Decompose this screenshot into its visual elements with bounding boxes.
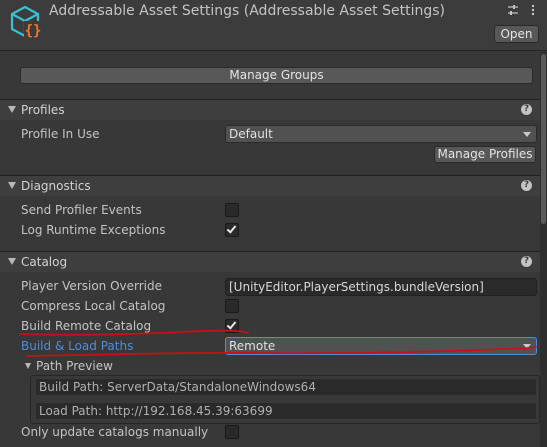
player-version-override-field[interactable]: [UnityEditor.PlayerSettings.bundleVersio… (225, 278, 537, 296)
profile-in-use-dropdown[interactable]: Default (225, 125, 537, 143)
open-button[interactable]: Open (494, 25, 539, 43)
svg-text:{}: {} (25, 23, 42, 39)
adjust-icon[interactable] (507, 4, 519, 16)
chevron-down-icon (523, 132, 531, 137)
build-remote-catalog-checkbox[interactable] (225, 319, 239, 333)
help-icon[interactable]: ? (521, 180, 532, 191)
only-update-manually-checkbox[interactable] (225, 425, 239, 439)
section-title: Catalog (21, 255, 68, 269)
dropdown-value: Default (229, 127, 273, 141)
more-options-icon[interactable] (527, 4, 539, 16)
send-profiler-events-label: Send Profiler Events (21, 203, 142, 217)
build-load-paths-label: Build & Load Paths (21, 339, 134, 353)
compress-local-catalog-label: Compress Local Catalog (21, 299, 166, 313)
inspector-header: {} Addressable Asset Settings (Addressab… (0, 0, 547, 50)
only-update-manually-label: Only update catalogs manually (21, 425, 209, 439)
section-catalog[interactable]: Catalog ? (0, 251, 540, 272)
load-path-field: Load Path: http://192.168.45.39:63699 (35, 402, 537, 420)
section-title: Diagnostics (21, 179, 91, 193)
profile-in-use-label: Profile In Use (21, 127, 100, 141)
path-preview-foldout-icon[interactable] (25, 363, 31, 369)
checkmark-icon (226, 319, 237, 330)
checkmark-icon (226, 223, 237, 234)
vertical-scrollbar[interactable] (540, 52, 547, 447)
header-divider (0, 50, 547, 51)
scrollbar-thumb[interactable] (541, 54, 546, 224)
foldout-arrow-icon[interactable] (8, 258, 16, 265)
section-title: Profiles (21, 103, 65, 117)
path-preview-label[interactable]: Path Preview (36, 359, 113, 373)
section-profiles[interactable]: Profiles ? (0, 99, 540, 120)
foldout-arrow-icon[interactable] (8, 106, 16, 113)
addressables-asset-icon: {} (10, 5, 42, 39)
log-runtime-exceptions-label: Log Runtime Exceptions (21, 223, 166, 237)
compress-local-catalog-checkbox[interactable] (225, 299, 239, 313)
inspector-title: Addressable Asset Settings (Addressable … (49, 3, 445, 19)
help-icon[interactable]: ? (521, 104, 532, 115)
build-load-paths-dropdown[interactable]: Remote (225, 337, 537, 355)
send-profiler-events-checkbox[interactable] (225, 203, 239, 217)
player-version-override-label: Player Version Override (21, 279, 163, 293)
help-icon[interactable]: ? (521, 256, 532, 267)
header-tools (507, 4, 539, 16)
build-remote-catalog-label: Build Remote Catalog (21, 319, 152, 333)
manage-groups-button[interactable]: Manage Groups (20, 67, 533, 84)
section-diagnostics[interactable]: Diagnostics ? (0, 175, 540, 196)
foldout-arrow-icon[interactable] (8, 182, 16, 189)
log-runtime-exceptions-checkbox[interactable] (225, 223, 239, 237)
manage-profiles-button[interactable]: Manage Profiles (434, 146, 536, 163)
dropdown-value: Remote (229, 339, 276, 353)
build-path-field: Build Path: ServerData/StandaloneWindows… (35, 378, 537, 396)
chevron-down-icon (523, 344, 531, 349)
